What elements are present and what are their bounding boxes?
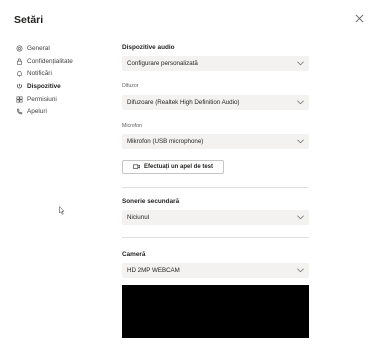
permissions-icon — [16, 96, 23, 103]
microphone-dropdown[interactable]: Mikrofon (USB microphone) — [122, 134, 309, 149]
camera-value: HD 2MP WEBCAM — [127, 267, 180, 274]
nav-item-label: Notificări — [27, 70, 52, 78]
camera-dropdown[interactable]: HD 2MP WEBCAM — [122, 263, 309, 278]
nav-item-permissions[interactable]: Permisiuni — [16, 93, 73, 106]
bell-icon — [17, 71, 22, 77]
nav-item-general[interactable]: General — [16, 42, 73, 55]
secondary-ringer-value: Niciunul — [127, 214, 150, 221]
speaker-value: Difuzoare (Realtek High Definition Audio… — [127, 99, 240, 106]
chevron-down-icon — [297, 100, 304, 105]
nav-item-label: Apeluri — [27, 108, 47, 116]
nav-item-label: Confidențialitate — [27, 57, 73, 65]
chevron-down-icon — [297, 215, 304, 220]
secondary-ringer-dropdown[interactable]: Niciunul — [122, 210, 309, 225]
dialog-title: Setări — [14, 14, 44, 26]
device-icon — [17, 83, 22, 89]
nav-item-devices[interactable]: Dispozitive — [16, 80, 73, 93]
nav-item-label: General — [27, 44, 50, 52]
audio-profile-value: Configurare personalizată — [127, 60, 198, 67]
chevron-down-icon — [297, 61, 304, 66]
camera-title: Cameră — [122, 251, 146, 258]
close-icon[interactable] — [355, 14, 364, 23]
section-divider — [122, 237, 309, 238]
microphone-value: Mikrofon (USB microphone) — [127, 138, 204, 145]
speaker-dropdown[interactable]: Difuzoare (Realtek High Definition Audio… — [122, 95, 309, 110]
nav-item-privacy[interactable]: Confidențialitate — [16, 55, 73, 68]
nav-item-calls[interactable]: Apeluri — [16, 105, 73, 118]
audio-devices-title: Dispozitive audio — [122, 44, 175, 51]
test-call-button[interactable]: Efectuați un apel de test — [122, 160, 224, 174]
camera-preview — [122, 285, 309, 338]
call-test-icon — [133, 164, 140, 169]
settings-nav: General Confidențialitate Notificări Dis… — [16, 42, 73, 118]
nav-item-label: Permisiuni — [27, 95, 57, 103]
secondary-ringer-title: Sonerie secundară — [122, 198, 180, 205]
lock-icon — [17, 58, 22, 65]
speaker-label: Difuzor — [122, 83, 139, 89]
microphone-label: Microfon — [122, 123, 142, 129]
nav-item-notifications[interactable]: Notificări — [16, 67, 73, 80]
chevron-down-icon — [297, 268, 304, 273]
audio-profile-dropdown[interactable]: Configurare personalizată — [122, 56, 309, 71]
nav-item-label: Dispozitive — [27, 82, 61, 90]
section-divider — [122, 187, 309, 188]
test-call-label: Efectuați un apel de test — [143, 164, 213, 170]
chevron-down-icon — [297, 139, 304, 144]
mouse-cursor-icon — [59, 206, 65, 215]
gear-icon — [16, 45, 23, 52]
phone-icon — [17, 109, 23, 115]
